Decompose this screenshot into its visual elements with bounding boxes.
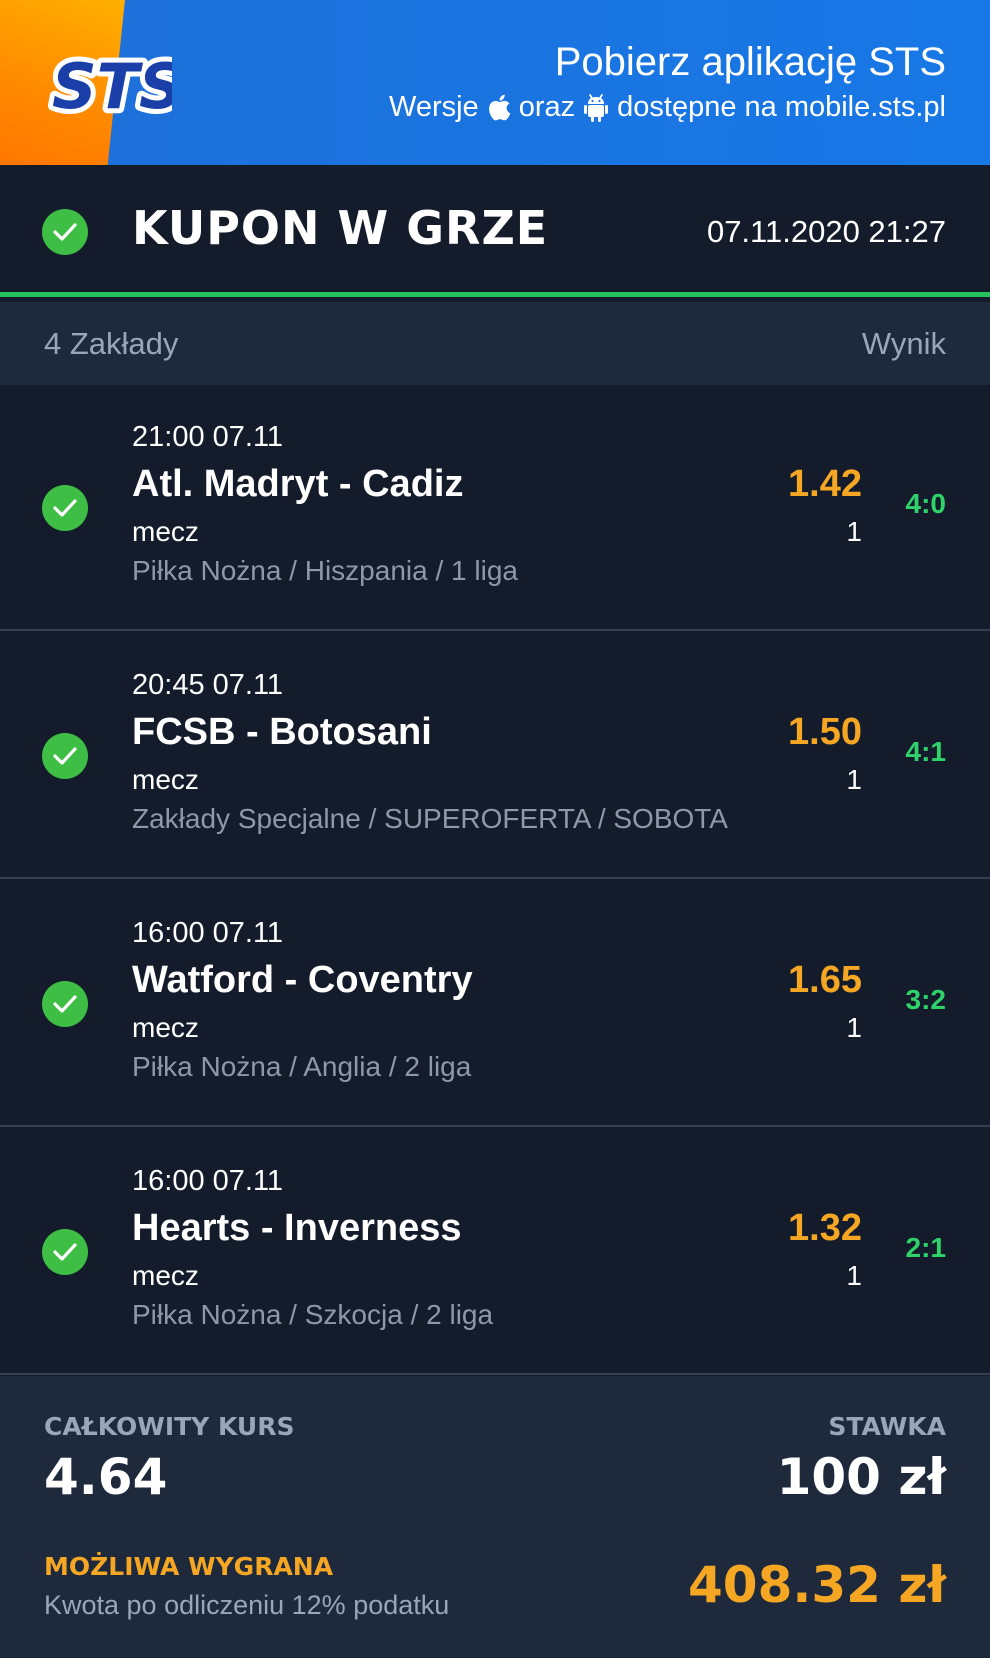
check-icon xyxy=(42,209,88,255)
bet-time: 20:45 07.11 xyxy=(132,669,284,701)
coupon-header: KUPON W GRZE 07.11.2020 21:27 xyxy=(0,165,990,297)
check-icon xyxy=(42,981,88,1027)
check-icon xyxy=(42,733,88,779)
sts-logo: STS STS xyxy=(48,45,172,126)
coupon-summary: CAŁKOWITY KURS 4.64 STAWKA 100 zł MOŻLIW… xyxy=(0,1376,990,1658)
bet-type: mecz xyxy=(132,1012,199,1043)
app-download-banner[interactable]: STS STS Pobierz aplikację STS Wersje ora… xyxy=(0,0,990,165)
bet-result: 4:1 xyxy=(905,736,946,767)
bets-subheader: 4 Zakłady Wynik xyxy=(0,302,990,385)
banner-sub-middle: oraz xyxy=(518,91,576,123)
apple-icon xyxy=(488,94,511,121)
bet-time: 16:00 07.11 xyxy=(132,917,284,949)
banner-sub-prefix: Wersje xyxy=(388,91,479,123)
bet-row[interactable]: 21:00 07.11 Atl. Madryt - Cadiz mecz Pił… xyxy=(0,385,990,631)
possible-win-label: MOŻLIWA WYGRANA xyxy=(44,1552,334,1581)
bet-result: 3:2 xyxy=(905,984,946,1015)
bet-type: mecz xyxy=(132,516,199,547)
bet-league: Zakłady Specjalne / SUPEROFERTA / SOBOTA xyxy=(132,803,728,834)
total-odds-label: CAŁKOWITY KURS xyxy=(44,1412,295,1441)
bet-pick: 1 xyxy=(846,1260,862,1291)
total-odds-value: 4.64 xyxy=(44,1448,168,1506)
coupon-status-title: KUPON W GRZE xyxy=(132,201,549,255)
bet-type: mecz xyxy=(132,764,199,795)
bet-league: Piłka Nożna / Szkocja / 2 liga xyxy=(132,1299,494,1330)
bet-time: 21:00 07.11 xyxy=(132,421,284,453)
stake-label: STAWKA xyxy=(828,1412,946,1441)
check-icon xyxy=(42,1229,88,1275)
bet-odds: 1.65 xyxy=(788,959,862,1001)
bet-match: Atl. Madryt - Cadiz xyxy=(132,463,464,505)
bet-row[interactable]: 16:00 07.11 Hearts - Inverness mecz Piłk… xyxy=(0,1129,990,1375)
banner-title: Pobierz aplikację STS xyxy=(554,40,946,84)
bet-league: Piłka Nożna / Anglia / 2 liga xyxy=(132,1051,472,1082)
tax-note: Kwota po odliczeniu 12% podatku xyxy=(44,1590,450,1620)
bet-result: 4:0 xyxy=(905,488,946,519)
coupon-date: 07.11.2020 21:27 xyxy=(706,214,946,249)
banner-subtitle: Wersje oraz dostępne na mobile.sts.pl xyxy=(389,91,946,124)
bet-match: Hearts - Inverness xyxy=(132,1207,462,1249)
stake-value: 100 zł xyxy=(776,1448,946,1506)
bets-count: 4 Zakłady xyxy=(44,326,179,361)
bet-odds: 1.32 xyxy=(788,1207,862,1249)
bet-odds: 1.42 xyxy=(788,463,862,505)
bet-league: Piłka Nożna / Hiszpania / 1 liga xyxy=(132,555,518,586)
bet-row[interactable]: 20:45 07.11 FCSB - Botosani mecz Zakłady… xyxy=(0,633,990,879)
bet-odds: 1.50 xyxy=(788,711,862,753)
bet-pick: 1 xyxy=(846,764,862,795)
bet-row[interactable]: 16:00 07.11 Watford - Coventry mecz Piłk… xyxy=(0,881,990,1127)
svg-text:STS: STS xyxy=(52,50,172,123)
bet-result: 2:1 xyxy=(905,1232,946,1263)
possible-win-value: 408.32 zł xyxy=(687,1556,946,1614)
check-icon xyxy=(42,485,88,531)
bet-type: mecz xyxy=(132,1260,199,1291)
bet-time: 16:00 07.11 xyxy=(132,1165,284,1197)
bet-pick: 1 xyxy=(846,516,862,547)
android-icon xyxy=(584,93,609,122)
bet-match: Watford - Coventry xyxy=(132,959,473,1001)
bet-pick: 1 xyxy=(846,1012,862,1043)
bet-match: FCSB - Botosani xyxy=(132,711,432,753)
result-column-label: Wynik xyxy=(861,326,946,361)
banner-sub-suffix: dostępne na mobile.sts.pl xyxy=(617,91,946,123)
